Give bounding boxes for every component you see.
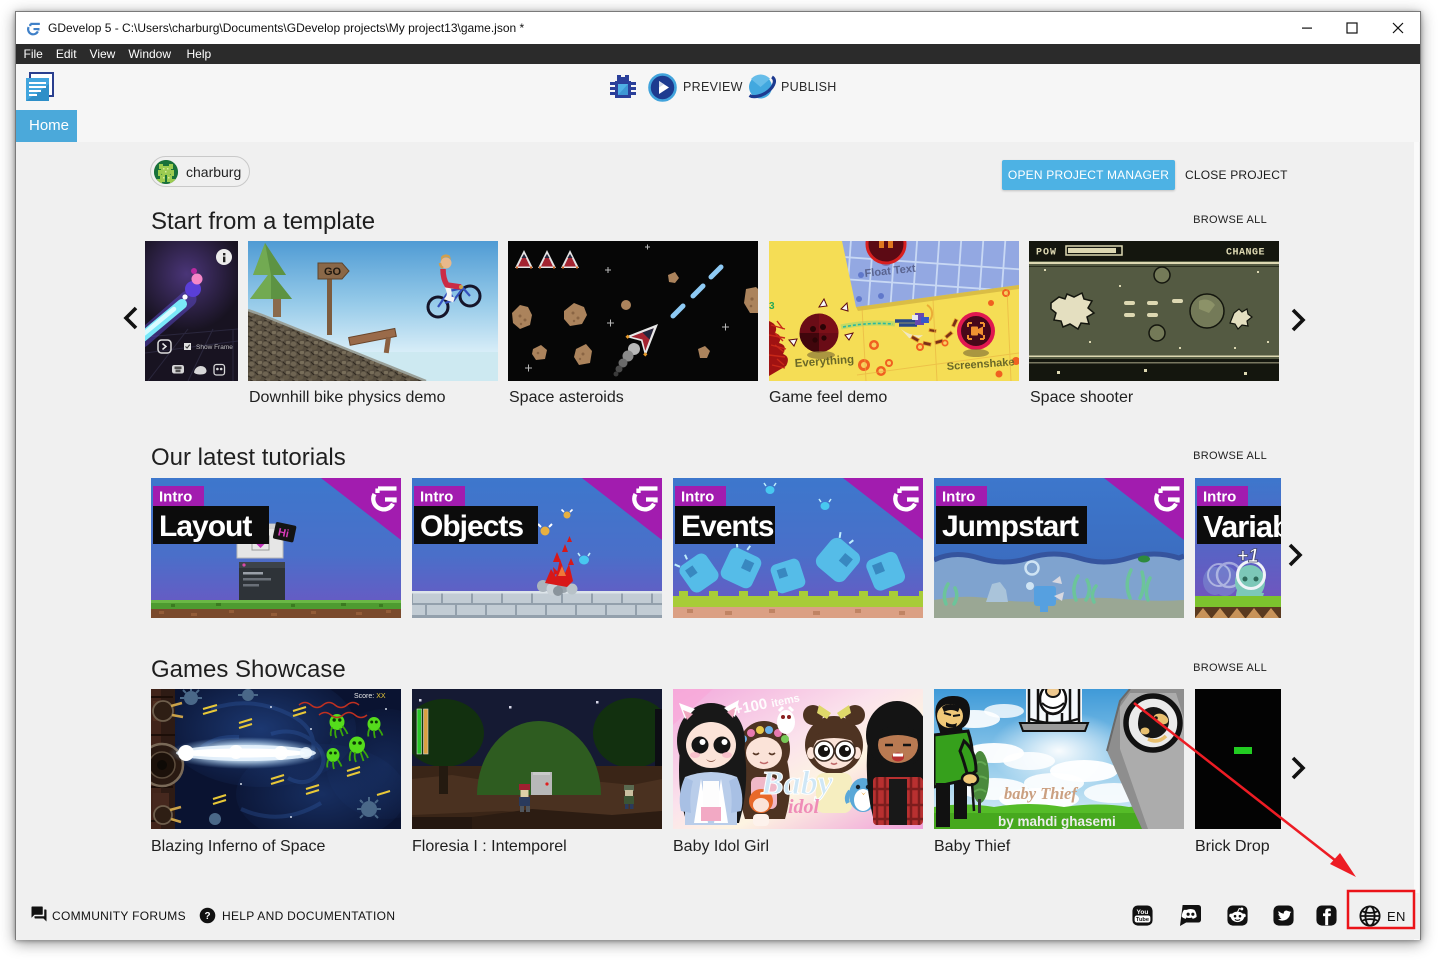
svg-text:Show Frame: Show Frame <box>196 344 233 351</box>
svg-text:Jumpstart: Jumpstart <box>942 510 1079 543</box>
svg-text:?: ? <box>204 911 210 922</box>
svg-text:baby Thief: baby Thief <box>1004 784 1078 803</box>
svg-text:idol: idol <box>788 796 820 818</box>
svg-text:POW: POW <box>1036 248 1057 259</box>
svg-text:Tube: Tube <box>1136 917 1149 923</box>
svg-text:3: 3 <box>769 301 775 312</box>
svg-text:Layout: Layout <box>159 510 252 543</box>
svg-text:+1: +1 <box>1237 546 1259 567</box>
svg-text:Intro: Intro <box>159 489 192 506</box>
svg-text:Variab: Variab <box>1203 509 1281 544</box>
svg-text:Intro: Intro <box>1203 489 1236 506</box>
svg-text:GO: GO <box>324 266 342 278</box>
svg-text:You: You <box>1137 909 1149 916</box>
svg-text:CHANGE: CHANGE <box>1226 248 1265 259</box>
svg-text:Intro: Intro <box>942 489 975 506</box>
svg-text:Objects: Objects <box>420 510 523 543</box>
svg-text:Intro: Intro <box>681 489 714 506</box>
svg-text:Score: XX: Score: XX <box>354 693 386 700</box>
svg-text:Intro: Intro <box>420 489 453 506</box>
svg-text:Events: Events <box>681 510 774 543</box>
svg-text:by mahdi ghasemi: by mahdi ghasemi <box>998 814 1116 829</box>
